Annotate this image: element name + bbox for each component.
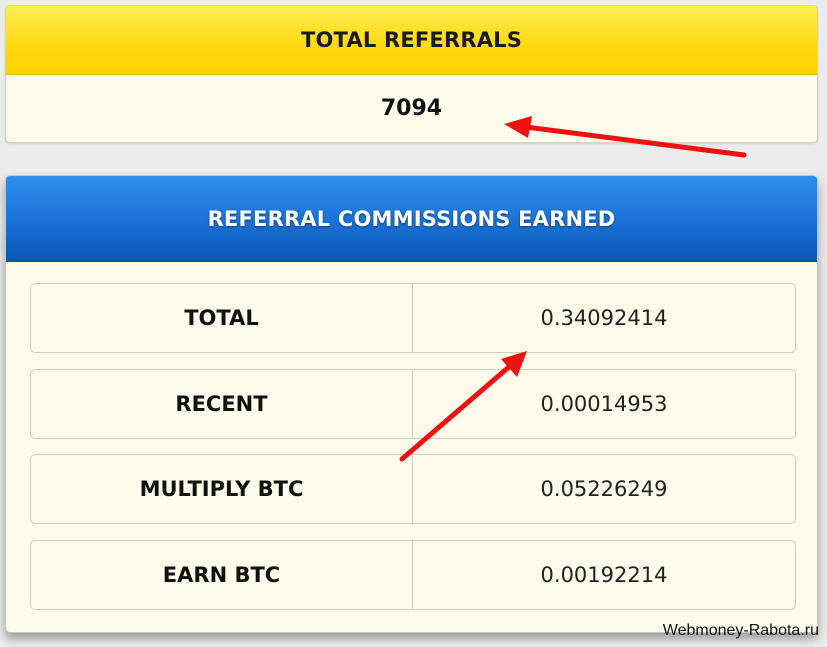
commission-row-multiply-btc: MULTIPLY BTC 0.05226249: [30, 454, 796, 524]
commission-label: EARN BTC: [31, 541, 413, 609]
commission-label: MULTIPLY BTC: [31, 455, 413, 523]
total-referrals-header: TOTAL REFERRALS: [6, 6, 817, 75]
commission-row-recent: RECENT 0.00014953: [30, 369, 796, 439]
commission-value: 0.00014953: [540, 392, 668, 416]
referral-commissions-title: REFERRAL COMMISSIONS EARNED: [207, 207, 616, 231]
commission-row-total: TOTAL 0.34092414: [30, 283, 796, 353]
total-referrals-count: 7094: [380, 96, 443, 121]
commission-label: TOTAL: [31, 284, 413, 352]
commission-value: 0.05226249: [540, 477, 668, 501]
referral-commissions-header: REFERRAL COMMISSIONS EARNED: [6, 176, 817, 262]
commission-value: 0.00192214: [540, 563, 668, 587]
total-referrals-title: TOTAL REFERRALS: [300, 28, 523, 52]
commission-row-earn-btc: EARN BTC 0.00192214: [30, 540, 796, 610]
commission-value: 0.34092414: [540, 306, 668, 330]
commission-label: RECENT: [31, 370, 413, 438]
total-referrals-body: 7094: [6, 75, 817, 142]
site-watermark: Webmoney-Rabota.ru: [662, 622, 819, 639]
total-referrals-panel: TOTAL REFERRALS 7094: [5, 5, 818, 143]
referral-commissions-panel: REFERRAL COMMISSIONS EARNED TOTAL 0.3409…: [5, 175, 818, 633]
